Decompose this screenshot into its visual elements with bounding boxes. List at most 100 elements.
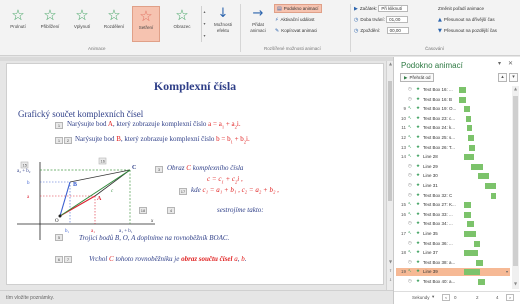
timing-bar[interactable] [467,135,474,141]
move-earlier-button[interactable]: ▲ Přesunout na dřívější čas [438,15,495,24]
animation-list-item[interactable]: ◷ ★ Text Box 38: a... [396,259,510,267]
close-icon[interactable]: ✕ [508,60,513,67]
c-equation[interactable]: c = c1 + c2i , [207,175,243,184]
timing-bar[interactable] [473,240,481,247]
timing-bar[interactable] [464,269,481,276]
timing-bar[interactable] [466,221,474,228]
animation-badge[interactable]: 1 [55,122,63,129]
slide-canvas[interactable]: Komplexní čísla Grafický součet komplexn… [6,63,384,285]
instruction-line-2[interactable]: Narýsujte bod B, který zobrazuje komplex… [75,135,250,144]
slide-subtitle[interactable]: Grafický součet komplexních čísel [18,109,143,119]
animation-list-item[interactable]: ◷ ★ Line 30 [396,172,510,180]
animation-list-item[interactable]: 17 ↖ ★ Line 35 [396,230,510,238]
effect-rozdeleni-button[interactable]: ☆ Rozdělení [100,6,128,42]
animation-badge[interactable]: 4 [167,207,175,214]
timing-bar[interactable] [478,279,485,285]
slide-title[interactable]: Komplexní čísla [7,79,383,94]
move-down-button[interactable]: ▾ [509,73,518,82]
scroll-down-icon[interactable]: ▼ [512,281,519,286]
animation-list-item[interactable]: 15 ↖ ★ Text Box 27: K... [396,201,510,209]
timing-bar[interactable] [466,125,473,132]
effect-setreni-button[interactable]: ☆ Setření [132,6,160,42]
animation-list-item[interactable]: 13 ↖ ★ Text Box 26: T... [396,144,510,152]
animation-badge[interactable]: 15 [23,163,28,168]
instruction-line-1[interactable]: Narýsujte bod A, který zobrazuje komplex… [67,120,241,129]
kde-text[interactable]: kde c₁ = a₁ + b₁ , c₂ = a₂ + b₂ , [191,186,279,194]
animation-list-item[interactable]: ◷ ★ Text Box 36: ... [396,240,510,248]
animation-badge[interactable]: 1 [55,137,63,144]
start-select[interactable]: Při kliknutí [378,5,409,13]
pane-options-icon[interactable]: ▾ [498,60,501,67]
animation-list-item[interactable]: ◷ ★ Text Box 16: ... [396,86,510,94]
duration-input[interactable]: 01,00 [386,16,409,24]
animation-badge[interactable]: 7 [64,256,72,263]
timing-bar[interactable] [464,211,472,218]
timing-bar[interactable] [465,115,472,122]
animation-list-item[interactable]: 16 ↖ ★ Text Box 33: ... [396,211,510,219]
animation-painter-button[interactable]: ✎ Kopírovat animaci [275,26,317,35]
timing-bar[interactable] [464,106,471,113]
effect-gallery-scroll[interactable]: ▴ ▾ ▾ [201,6,207,42]
scroll-up-icon[interactable]: ▲ [512,86,519,91]
timeline-chevron-icon[interactable]: ▾ [432,295,434,300]
complex-plane-graph[interactable]: 15 16 a₂ + b₂ b a C A B O b₁ a₁ a₁ + b₁ … [15,156,165,242]
animation-badge[interactable]: 6 [55,256,63,263]
chevron-down-icon[interactable]: ▾ [202,18,207,30]
effect-priblizeni-button[interactable]: ☆ Přiblížení [36,6,64,42]
effect-obrazec-button[interactable]: ☆ Obrazec [164,6,200,42]
effect-options-button[interactable]: ↓ Možnosti efektu [210,6,236,34]
more-icon[interactable]: ▾ [202,30,207,42]
add-animation-button[interactable]: → Přidat animaci [244,6,272,34]
slide-vertical-scrollbar[interactable]: ▲ ▼ ⇑ ⇓ [386,61,393,290]
move-later-button[interactable]: ▼ Přesunout na pozdější čas [438,26,497,35]
timing-bar[interactable] [458,87,466,93]
animation-list-item[interactable]: 14 ↖ ★ Line 28 [396,153,510,161]
scroll-thumb[interactable] [388,81,392,201]
animation-list-item[interactable]: 10 ↖ ★ Text Box 23: c... [396,115,510,123]
animation-badge[interactable]: 17 [179,188,187,195]
obraz-text[interactable]: Obraz C komplexního čísla [167,164,243,172]
animation-badge[interactable]: 3 [155,166,163,173]
animation-list-item[interactable]: 19 ↖ ★ Line 39 ▾ [396,268,510,277]
vrchol-text[interactable]: Vrchol C tohoto rovnoběžníku je obraz so… [89,255,246,263]
timeline-zoom-out-button[interactable]: < [442,294,450,301]
scroll-thumb[interactable] [513,96,518,266]
animation-list-item[interactable]: 18 ↖ ★ Line 37 [396,249,510,257]
timing-bar[interactable] [464,202,472,209]
animation-pane-toggle[interactable]: ▤ Podokno animací [274,4,322,13]
effect-prolnuti-button[interactable]: ☆ Prolnutí [4,6,32,42]
animation-list-item[interactable]: ◷ ★ Text Box 34: ... [396,220,510,228]
sestrojime-text[interactable]: sestrojíme takto: [217,206,264,214]
animation-badge[interactable]: 2 [64,137,72,144]
effect-vplynuti-button[interactable]: ☆ Vplynutí [68,6,96,42]
animation-badge[interactable]: 16 [101,159,106,164]
animation-list-item[interactable]: 11 ↖ ★ Text Box 24: k... [396,124,510,132]
animation-list-item[interactable]: ◷ ★ Line 31 [396,182,510,190]
notes-bar[interactable]: tím vložíte poznámky. [0,290,393,304]
trigger-button[interactable]: ⚡ Aktivační událost [275,15,315,24]
timing-bar[interactable] [464,250,479,257]
animation-list-item[interactable]: 9 ↖ ★ Text Box 19: Ο... [396,105,510,113]
animation-badge[interactable]: 5 [55,234,63,241]
timing-bar[interactable] [478,173,490,180]
delay-input[interactable]: 00,00 [386,27,409,35]
item-dropdown-icon[interactable]: ▾ [506,268,508,276]
animation-list-item[interactable]: ◷ ★ Line 29 [396,163,510,171]
animation-list-item[interactable]: ◷ ★ Text Box 32: C [396,192,510,200]
timing-bar[interactable] [471,163,483,170]
timing-bar[interactable] [468,144,475,151]
pane-vertical-scrollbar[interactable]: ▲ ▼ [512,86,519,289]
timeline-zoom-in-button[interactable]: > [506,294,514,301]
timing-bar[interactable] [475,259,483,266]
timing-bar[interactable] [464,154,474,161]
timing-bar[interactable] [458,96,466,103]
timing-bar[interactable] [490,192,497,199]
animation-list-item[interactable]: ◷ ★ Text Box 40: a... [396,278,510,286]
animation-badge[interactable]: 18 [139,207,147,214]
trojici-text[interactable]: Trojici bodů B, O, A doplníme na rovnobě… [79,234,229,242]
chevron-up-icon[interactable]: ▴ [202,6,207,18]
animation-list-item[interactable]: ◷ ★ Text Box 16: B [396,96,510,104]
timing-bar[interactable] [464,231,476,237]
timing-bar[interactable] [484,183,497,189]
play-from-button[interactable]: ▶ Přehrát od [400,73,435,82]
